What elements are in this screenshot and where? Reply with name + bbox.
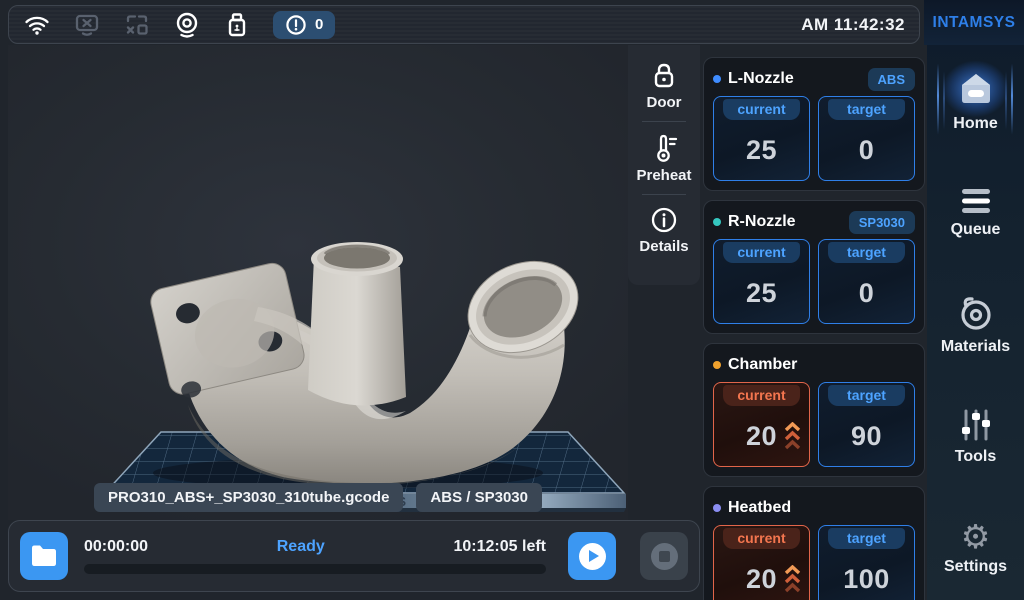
r-nozzle-target-box[interactable]: target 0 [818,239,915,324]
sidebar-item-tools[interactable]: Tools [927,388,1024,485]
quick-actions-strip: Door Preheat Details [628,45,700,285]
camera-icon [173,11,201,39]
target-label: target [828,528,905,549]
details-button[interactable]: Details [628,199,700,261]
branch-port [308,242,406,406]
model-preview-scene: INTAMSYS [8,45,628,520]
sidebar-item-materials[interactable]: Materials [927,276,1024,373]
sidebar-label-settings: Settings [944,558,1007,576]
heating-up-icon [784,565,801,595]
sidebar-item-home[interactable]: Home [927,52,1024,149]
sidebar-label-tools: Tools [955,448,996,466]
heatbed-target-box[interactable]: target 100 [818,525,915,600]
chamber-target-value: 90 [819,406,914,466]
heatbed-target-value: 100 [819,549,914,600]
alert-count: 0 [315,16,323,33]
sidebar-item-settings[interactable]: ⚙ Settings [927,500,1024,597]
door-button[interactable]: Door [628,55,700,117]
r-nozzle-title: R-Nozzle [728,213,796,231]
info-icon [649,205,679,235]
start-print-button[interactable] [568,532,616,580]
heating-up-icon [784,422,801,452]
door-label: Door [647,94,682,111]
viewport-chips: PRO310_ABS+_SP3030_310tube.gcode ABS / S… [8,483,628,512]
strip-divider [642,121,686,122]
clock: AM 11:42:32 [801,15,905,35]
stop-icon [659,551,670,562]
chamber-status-dot [713,361,721,369]
sidebar-label-queue: Queue [951,221,1001,239]
temp-panel-r-nozzle: R-Nozzle SP3030 current 25 target 0 [703,200,925,334]
chamber-title: Chamber [728,356,797,374]
temp-panel-chamber: Chamber current 20 target 90 [703,343,925,477]
sliders-icon [958,408,994,442]
sidebar-label-home: Home [953,115,997,133]
lock-icon [649,61,679,91]
file-browser-button[interactable] [20,532,68,580]
l-nozzle-current-value: 25 [714,120,809,180]
usb-icon [223,11,251,39]
r-nozzle-current-box[interactable]: current 25 [713,239,810,324]
model-viewport[interactable]: INTAMSYS [8,45,628,520]
sidebar-item-queue[interactable]: Queue [927,164,1024,261]
target-label: target [828,99,905,120]
l-nozzle-target-box[interactable]: target 0 [818,96,915,181]
l-nozzle-status-dot [713,75,721,83]
filament-spool-icon [957,294,995,332]
sidebar-nav: Home Queue Materials Tools ⚙ Settings [927,0,1024,600]
alert-icon [285,14,307,36]
play-icon [589,550,599,562]
heatbed-status-dot [713,504,721,512]
status-bar: 0 AM 11:42:32 [8,5,920,44]
current-label: current [723,385,800,406]
gcode-file-chip: PRO310_ABS+_SP3030_310tube.gcode [94,483,403,512]
home-icon [956,69,996,109]
stop-print-button[interactable] [640,532,688,580]
preheat-button[interactable]: Preheat [628,126,700,190]
l-nozzle-material-badge: ABS [868,68,915,91]
preheat-label: Preheat [636,167,691,184]
heatbed-current-box[interactable]: current 20 [713,525,810,600]
strip-divider [642,194,686,195]
temp-panel-l-nozzle: L-Nozzle ABS current 25 target 0 [703,57,925,191]
r-nozzle-material-badge: SP3030 [849,211,915,234]
r-nozzle-target-value: 0 [819,263,914,323]
heatbed-title: Heatbed [728,499,791,517]
temperature-panels: L-Nozzle ABS current 25 target 0 R-Nozzl… [703,57,925,600]
time-remaining: 10:12:05 left [454,538,547,556]
target-label: target [828,242,905,263]
current-label: current [723,242,800,263]
alerts-indicator[interactable]: 0 [273,11,335,39]
brand-logo: INTAMSYS [924,0,1024,45]
l-nozzle-target-value: 0 [819,120,914,180]
elapsed-time: 00:00:00 [84,538,148,556]
details-label: Details [639,238,688,255]
printer-status: Ready [148,538,453,556]
screen-layout-off-icon [123,11,151,39]
chamber-target-box[interactable]: target 90 [818,382,915,467]
thermometer-icon [649,132,679,164]
material-combo-chip: ABS / SP3030 [416,483,542,512]
folder-icon [29,543,59,569]
current-label: current [723,528,800,549]
print-control-bar: 00:00:00 Ready 10:12:05 left [8,520,700,592]
temp-panel-heatbed: Heatbed current 20 target 100 [703,486,925,600]
wifi-icon [23,11,51,39]
progress-bar [84,564,546,574]
r-nozzle-status-dot [713,218,721,226]
sidebar-label-materials: Materials [941,338,1010,356]
l-nozzle-title: L-Nozzle [728,70,794,88]
progress-block: 00:00:00 Ready 10:12:05 left [84,538,546,574]
l-nozzle-current-box[interactable]: current 25 [713,96,810,181]
chamber-current-box[interactable]: current 20 [713,382,810,467]
display-off-icon [73,11,101,39]
current-label: current [723,99,800,120]
r-nozzle-current-value: 25 [714,263,809,323]
target-label: target [828,385,905,406]
queue-icon [959,187,993,215]
gear-icon: ⚙ [961,522,991,552]
